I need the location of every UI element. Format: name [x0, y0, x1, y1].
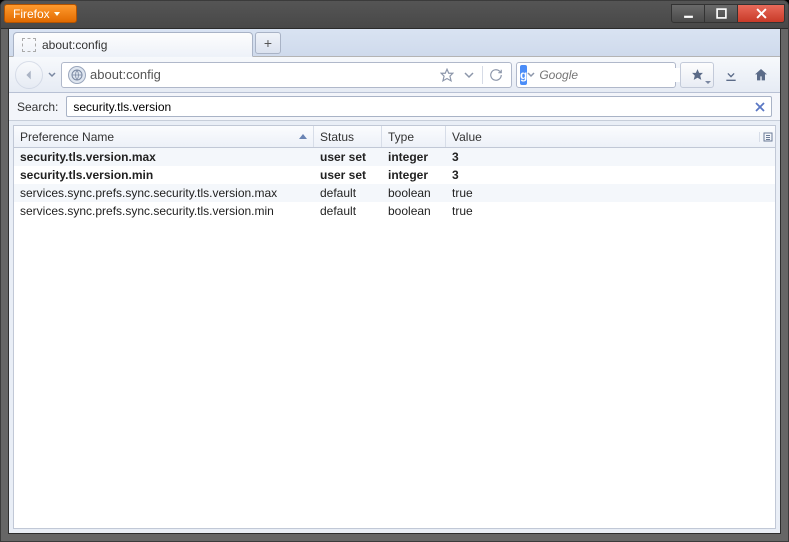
bookmark-star-icon[interactable]: [436, 64, 458, 86]
plus-icon: +: [264, 35, 272, 51]
col-status-label: Status: [320, 130, 354, 144]
cell-value: 3: [446, 150, 775, 164]
filter-label: Search:: [17, 100, 58, 114]
firefox-window: Firefox about:config +: [0, 0, 789, 542]
bookmarks-menu-button[interactable]: [680, 62, 714, 88]
col-value-label: Value: [452, 130, 482, 144]
back-button[interactable]: [15, 61, 43, 89]
table-header: Preference Name Status Type Value: [14, 126, 775, 148]
col-name[interactable]: Preference Name: [14, 126, 314, 147]
app-name: Firefox: [13, 7, 50, 21]
table-row[interactable]: security.tls.version.maxuser setinteger3: [14, 148, 775, 166]
table-row[interactable]: security.tls.version.minuser setinteger3: [14, 166, 775, 184]
prefs-table: Preference Name Status Type Value securi…: [13, 125, 776, 529]
col-status[interactable]: Status: [314, 126, 382, 147]
downloads-button[interactable]: [718, 62, 744, 88]
client-area: about:config +: [8, 29, 781, 534]
filter-row: Search:: [9, 93, 780, 121]
filter-box[interactable]: [66, 96, 772, 117]
reload-icon[interactable]: [485, 64, 507, 86]
col-type[interactable]: Type: [382, 126, 446, 147]
cell-type: integer: [382, 150, 446, 164]
cell-value: true: [446, 186, 775, 200]
close-button[interactable]: [737, 4, 785, 23]
globe-icon: [68, 66, 86, 84]
tabstrip: about:config +: [9, 29, 780, 57]
cell-name: security.tls.version.min: [14, 168, 314, 182]
chevron-down-icon: [705, 81, 711, 84]
cell-type: boolean: [382, 186, 446, 200]
history-dropdown[interactable]: [47, 63, 57, 87]
home-button[interactable]: [748, 62, 774, 88]
clear-filter-icon[interactable]: [753, 100, 767, 114]
history-dropdown-icon[interactable]: [458, 64, 480, 86]
url-input[interactable]: [90, 67, 436, 82]
table-row[interactable]: services.sync.prefs.sync.security.tls.ve…: [14, 184, 775, 202]
cell-name: security.tls.version.max: [14, 150, 314, 164]
col-type-label: Type: [388, 130, 414, 144]
chevron-down-icon: [54, 12, 60, 16]
maximize-button[interactable]: [704, 4, 738, 23]
cell-value: true: [446, 204, 775, 218]
cell-status: user set: [314, 150, 382, 164]
cell-value: 3: [446, 168, 775, 182]
filter-input[interactable]: [73, 100, 753, 114]
url-bar[interactable]: [61, 62, 512, 88]
tab-title: about:config: [42, 38, 107, 52]
firefox-menu-button[interactable]: Firefox: [4, 4, 77, 23]
cell-name: services.sync.prefs.sync.security.tls.ve…: [14, 186, 314, 200]
separator: [482, 66, 483, 84]
search-bar[interactable]: g: [516, 62, 676, 88]
cell-status: default: [314, 204, 382, 218]
cell-status: default: [314, 186, 382, 200]
nav-toolbar: g: [9, 57, 780, 93]
table-body[interactable]: security.tls.version.maxuser setinteger3…: [14, 148, 775, 528]
cell-type: integer: [382, 168, 446, 182]
col-value[interactable]: Value: [446, 126, 759, 147]
sort-asc-icon: [299, 134, 307, 139]
tab-aboutconfig[interactable]: about:config: [13, 32, 253, 57]
table-row[interactable]: services.sync.prefs.sync.security.tls.ve…: [14, 202, 775, 220]
new-tab-button[interactable]: +: [255, 32, 281, 54]
tab-favicon: [22, 38, 36, 52]
cell-type: boolean: [382, 204, 446, 218]
minimize-button[interactable]: [671, 4, 705, 23]
titlebar: Firefox: [1, 1, 788, 29]
column-picker-icon[interactable]: [759, 132, 775, 142]
cell-status: user set: [314, 168, 382, 182]
cell-name: services.sync.prefs.sync.security.tls.ve…: [14, 204, 314, 218]
engine-picker-icon[interactable]: [527, 71, 535, 79]
search-input[interactable]: [535, 68, 700, 82]
window-controls: [672, 4, 785, 23]
col-name-label: Preference Name: [20, 130, 114, 144]
search-engine-badge: g: [520, 65, 527, 85]
